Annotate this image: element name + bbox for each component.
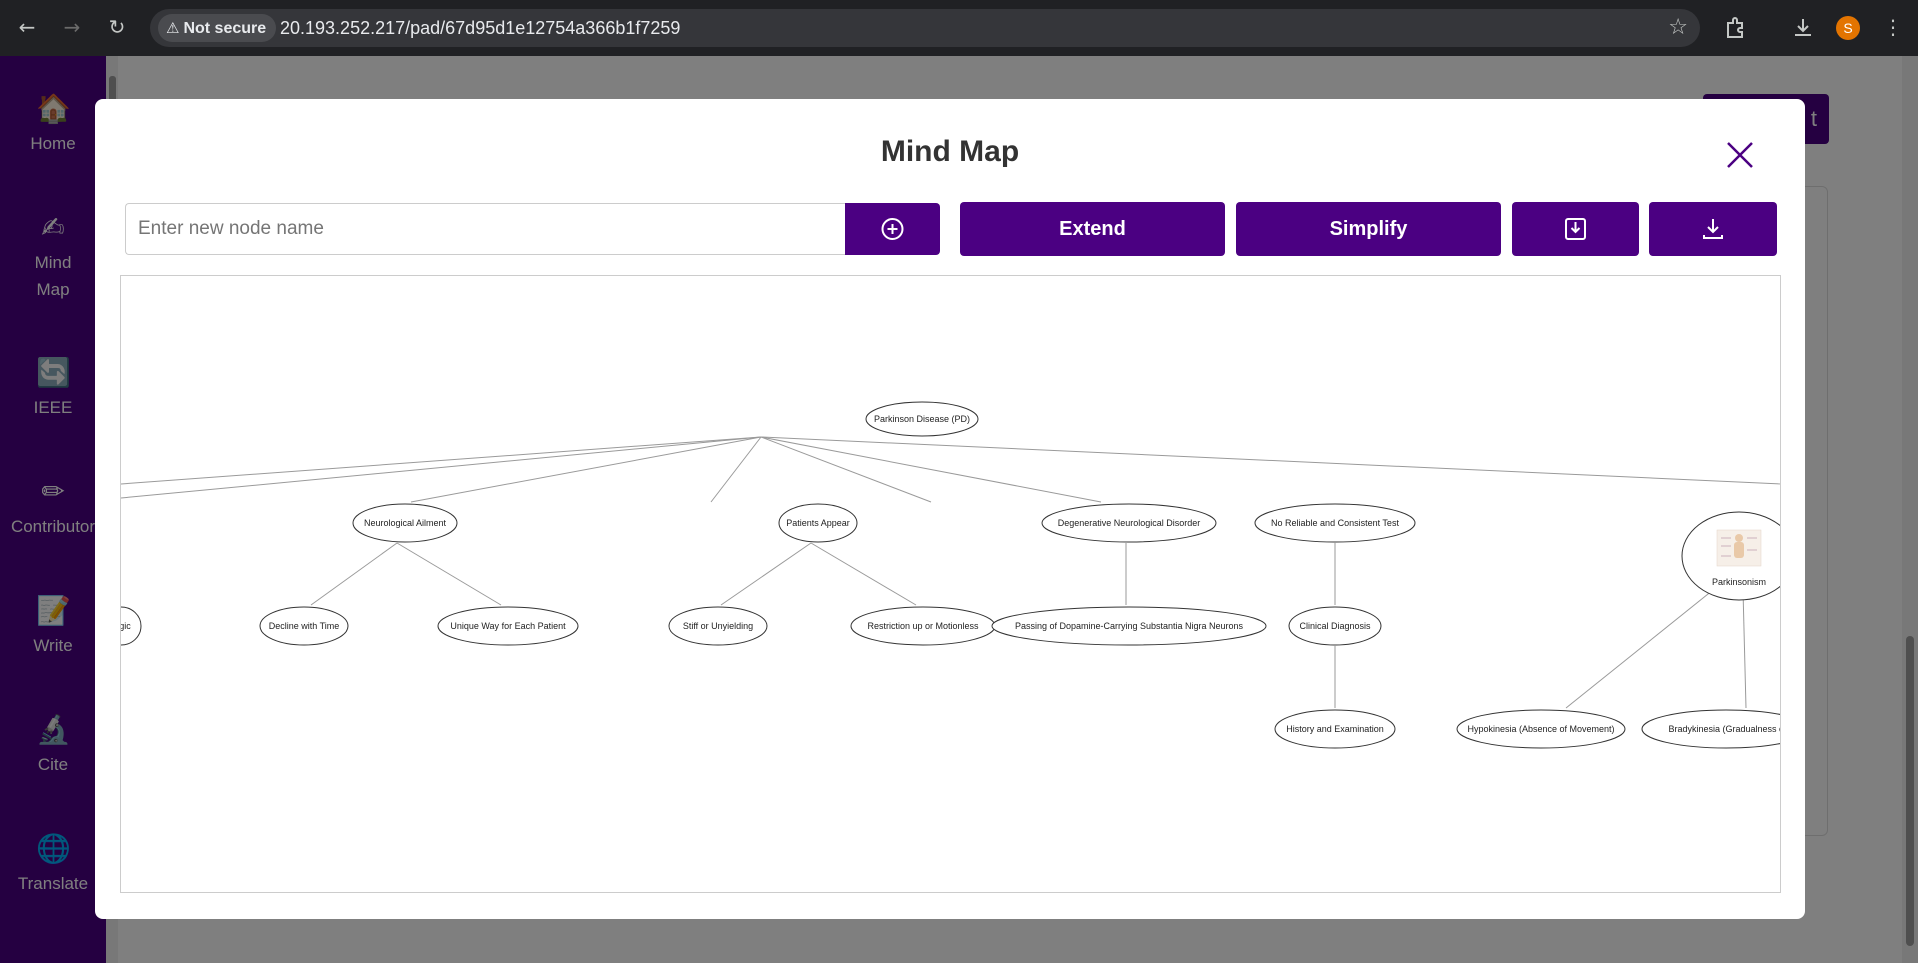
mind-map-graph[interactable]: Parkinson Disease (PD) Neurological Ailm… bbox=[121, 276, 1781, 893]
save-button[interactable] bbox=[1512, 202, 1639, 256]
mindmap-node-label: Stiff or Unyielding bbox=[683, 621, 753, 631]
close-icon[interactable] bbox=[1722, 137, 1758, 173]
add-node-button[interactable] bbox=[845, 203, 940, 255]
mindmap-node-label: gic bbox=[121, 621, 131, 631]
mind-map-canvas[interactable]: Parkinson Disease (PD) Neurological Ailm… bbox=[120, 275, 1781, 893]
mindmap-node-label: Parkinsonism bbox=[1712, 577, 1766, 587]
forward-icon[interactable]: → bbox=[59, 14, 85, 40]
mindmap-node-label: Patients Appear bbox=[786, 518, 850, 528]
browser-toolbar: ← → ↻ ⚠ Not secure 20.193.252.217/pad/67d… bbox=[0, 0, 1918, 56]
bookmark-star-icon[interactable]: ☆ bbox=[1668, 15, 1688, 40]
extend-button[interactable]: Extend bbox=[960, 202, 1225, 256]
profile-avatar[interactable]: S bbox=[1836, 16, 1860, 40]
mindmap-node-label: Neurological Ailment bbox=[364, 518, 447, 528]
security-label: Not secure bbox=[183, 20, 267, 37]
warning-icon: ⚠ bbox=[166, 19, 180, 37]
plus-circle-icon bbox=[881, 218, 904, 240]
mindmap-node-label: Degenerative Neurological Disorder bbox=[1058, 518, 1201, 528]
address-bar[interactable]: ⚠ Not secure 20.193.252.217/pad/67d95d1e1… bbox=[150, 9, 1700, 47]
security-chip[interactable]: ⚠ Not secure bbox=[158, 14, 277, 42]
mindmap-node-label: Hypokinesia (Absence of Movement) bbox=[1467, 724, 1614, 734]
mindmap-node-label: History and Examination bbox=[1286, 724, 1384, 734]
mind-map-nodes bbox=[121, 401, 1780, 749]
mindmap-node-label: No Reliable and Consistent Test bbox=[1271, 518, 1399, 528]
reload-icon[interactable]: ↻ bbox=[104, 14, 130, 40]
simplify-button[interactable]: Simplify bbox=[1236, 202, 1501, 256]
more-menu-icon[interactable]: ⋮ bbox=[1880, 14, 1906, 40]
download-button[interactable] bbox=[1649, 202, 1777, 256]
modal-title: Mind Map bbox=[880, 135, 1020, 168]
mindmap-node-label: Unique Way for Each Patient bbox=[450, 621, 566, 631]
mind-map-modal: Mind Map Extend Simplify bbox=[95, 99, 1805, 919]
mind-map-labels: Parkinson Disease (PD) Neurological Ailm… bbox=[121, 414, 1781, 734]
save-download-icon bbox=[1565, 218, 1586, 240]
extensions-icon[interactable] bbox=[1723, 15, 1749, 41]
download-icon[interactable] bbox=[1790, 15, 1816, 41]
mindmap-node-label: Clinical Diagnosis bbox=[1299, 621, 1371, 631]
mindmap-node-label: Parkinson Disease (PD) bbox=[874, 414, 970, 424]
new-node-input[interactable] bbox=[125, 203, 865, 255]
parkinsonism-thumbnail-image bbox=[1716, 529, 1762, 567]
mind-map-edges bbox=[121, 436, 1780, 709]
back-icon[interactable]: ← bbox=[14, 14, 40, 40]
mindmap-node-label: Bradykinesia (Gradualness of U bbox=[1668, 724, 1781, 734]
url-text[interactable]: 20.193.252.217/pad/67d95d1e12754a366b1f7… bbox=[280, 9, 680, 47]
download-icon bbox=[1703, 219, 1723, 239]
mindmap-node-label: Passing of Dopamine-Carrying Substantia … bbox=[1015, 621, 1244, 631]
mindmap-node-label: Restriction up or Motionless bbox=[867, 621, 979, 631]
mindmap-node-label: Decline with Time bbox=[269, 621, 340, 631]
